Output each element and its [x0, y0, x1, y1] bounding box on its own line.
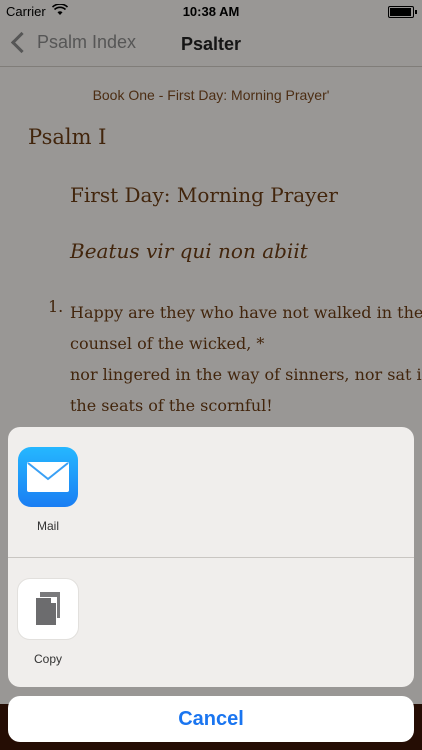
- document-front-icon: [35, 597, 57, 626]
- copy-label: Copy: [33, 652, 62, 666]
- envelope-lines-icon: [27, 462, 69, 481]
- share-mail-button[interactable]: Mail: [17, 447, 79, 533]
- share-copy-button[interactable]: Copy: [17, 578, 79, 666]
- share-sheet: Mail Copy: [8, 427, 414, 687]
- mail-icon: [18, 447, 78, 507]
- mail-label: Mail: [36, 519, 59, 533]
- copy-icon: [17, 578, 79, 640]
- share-actions-row: Copy: [8, 558, 414, 687]
- cancel-button[interactable]: Cancel: [8, 696, 414, 742]
- envelope-icon: [27, 462, 69, 492]
- share-apps-row: Mail: [8, 427, 414, 558]
